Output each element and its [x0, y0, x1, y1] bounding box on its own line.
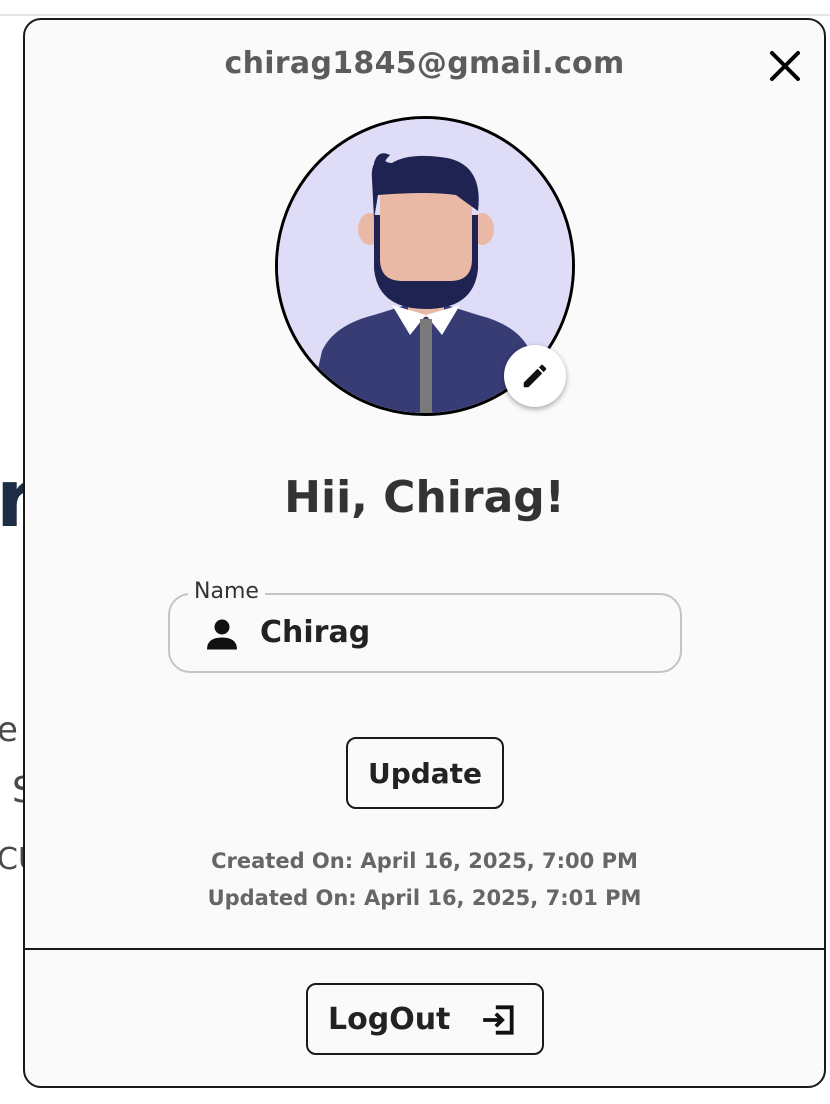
edit-avatar-button[interactable]: [504, 345, 566, 407]
person-icon: [207, 619, 237, 650]
updated-on-text: Updated On: April 16, 2025, 7:01 PM: [207, 886, 642, 910]
update-button[interactable]: Update: [346, 737, 504, 809]
avatar-container: [275, 116, 577, 418]
name-input[interactable]: Chirag: [260, 615, 370, 650]
greeting-heading: Hii, Chirag!: [284, 472, 565, 523]
logout-icon: [483, 1005, 514, 1035]
user-email: chirag1845@gmail.com: [224, 46, 625, 81]
footer-divider: [25, 948, 824, 950]
created-on-text: Created On: April 16, 2025, 7:00 PM: [211, 849, 638, 873]
close-icon: [770, 51, 800, 81]
logout-label: LogOut: [328, 1002, 451, 1037]
profile-modal: chirag1845@gmail.com Hii, Chirag! Name C…: [23, 18, 826, 1088]
name-field-label: Name: [188, 579, 265, 604]
background-text-fragment: e: [0, 710, 18, 750]
pencil-icon: [523, 364, 547, 388]
background-top-border: [0, 14, 830, 16]
logout-button[interactable]: LogOut: [306, 983, 544, 1055]
name-field[interactable]: Name Chirag: [168, 579, 682, 673]
close-button[interactable]: [767, 48, 803, 84]
